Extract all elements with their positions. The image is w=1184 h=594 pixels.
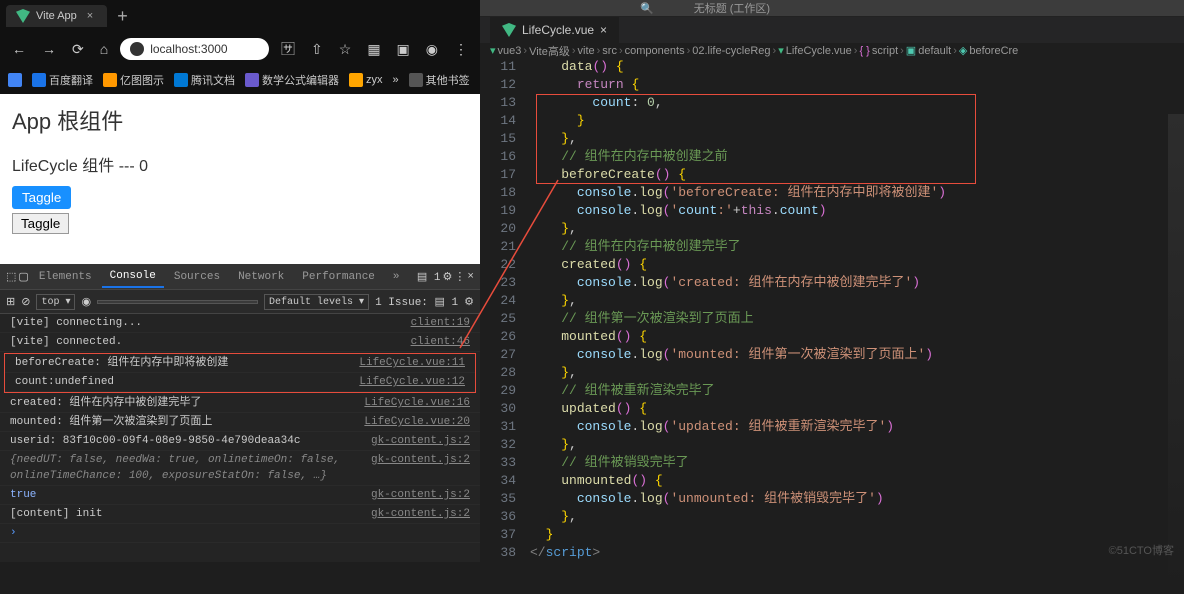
bookmark-overflow[interactable]: »	[393, 74, 399, 86]
tab-elements[interactable]: Elements	[31, 267, 100, 287]
bookmark[interactable]: zyx	[349, 73, 383, 87]
log-msg: mounted: 组件第一次被渲染到了页面上	[10, 414, 364, 430]
tab-title: Vite App	[36, 10, 77, 22]
warnings-badge[interactable]: ▤ 1	[417, 270, 441, 284]
filter-input[interactable]	[97, 300, 258, 304]
log-msg: [vite] connected.	[10, 334, 411, 350]
console-toolbar: ⊞ ⊘ top ▾ ◉ Default levels ▾ 1 Issue: ▤ …	[0, 290, 480, 314]
log-msg: {needUT: false, needWa: true, onlinetime…	[10, 452, 371, 484]
browser-tab[interactable]: Vite App ×	[6, 5, 107, 27]
search-icon[interactable]: 🔍	[640, 2, 654, 15]
editor-tab[interactable]: LifeCycle.vue ×	[490, 17, 619, 43]
log-msg: [content] init	[10, 506, 371, 522]
devtools-panel: ⬚ ▢ Elements Console Sources Network Per…	[0, 264, 480, 562]
tab-console[interactable]: Console	[102, 266, 164, 288]
profile-icon[interactable]: ◉	[422, 39, 442, 60]
log-msg: created: 组件在内存中被创建完毕了	[10, 395, 364, 411]
log-msg: true	[10, 487, 371, 503]
vscode-titlebar: 🔍 无标题 (工作区)	[480, 0, 1184, 17]
component-title: LifeCycle 组件 --- 0	[12, 152, 468, 176]
bookmark[interactable]: 百度翻译	[32, 72, 93, 88]
devtools-close-icon[interactable]: ×	[467, 271, 474, 283]
vue-icon	[502, 23, 516, 37]
levels-select[interactable]: Default levels ▾	[264, 294, 369, 310]
console-output: [vite] connecting...client:19 [vite] con…	[0, 314, 480, 562]
bookmark[interactable]: 亿图图示	[103, 72, 164, 88]
new-tab-button[interactable]: +	[113, 6, 132, 27]
url-input[interactable]: localhost:3000	[120, 38, 269, 60]
log-src[interactable]: LifeCycle.vue:20	[364, 414, 470, 430]
highlight-box: beforeCreate: 组件在内存中即将被创建LifeCycle.vue:1…	[4, 353, 476, 393]
sidebar-toggle-icon[interactable]: ⊞	[6, 295, 15, 309]
rendered-page: App 根组件 LifeCycle 组件 --- 0 Taggle Taggle	[0, 94, 480, 264]
toggle-button-primary[interactable]: Taggle	[12, 186, 71, 209]
context-select[interactable]: top ▾	[36, 294, 75, 310]
close-icon[interactable]: ×	[83, 10, 97, 22]
tab-network[interactable]: Network	[230, 267, 292, 287]
log-msg: userid: 83f10c00-09f4-08e9-9850-4e790dea…	[10, 433, 371, 449]
tab-performance[interactable]: Performance	[294, 267, 383, 287]
log-src[interactable]: gk-content.js:2	[371, 452, 470, 484]
bookmark[interactable]: 腾讯文档	[174, 72, 235, 88]
ext2-icon[interactable]: ▣	[393, 39, 414, 60]
send-icon[interactable]: ⇧	[307, 39, 327, 60]
browser-navbar: ← → ⟳ ⌂ localhost:3000 🈂 ⇧ ☆ ▦ ▣ ◉ ⋮	[0, 32, 480, 66]
devtools-menu-icon[interactable]: ⋮	[454, 270, 465, 284]
bookmark-folder[interactable]: 其他书签	[409, 72, 470, 88]
vite-icon	[16, 9, 30, 23]
tab-more[interactable]: »	[385, 267, 408, 287]
watermark: ©51CTO博客	[1109, 542, 1174, 558]
ext1-icon[interactable]: ▦	[363, 39, 384, 60]
tab-filename: LifeCycle.vue	[522, 23, 594, 37]
eye-icon[interactable]: ◉	[81, 295, 91, 309]
console-prompt[interactable]: ›	[10, 525, 470, 541]
log-msg: [vite] connecting...	[10, 315, 411, 331]
star-icon[interactable]: ☆	[335, 39, 356, 60]
log-src[interactable]: LifeCycle.vue:16	[364, 395, 470, 411]
device-icon[interactable]: ▢	[18, 270, 28, 284]
log-src[interactable]: gk-content.js:2	[371, 433, 470, 449]
inspect-icon[interactable]: ⬚	[6, 270, 16, 284]
tab-sources[interactable]: Sources	[166, 267, 228, 287]
bookmark[interactable]: 数学公式编辑器	[245, 72, 339, 88]
home-button[interactable]: ⌂	[96, 39, 112, 59]
issues-badge[interactable]: 1 Issue: ▤ 1	[375, 295, 458, 309]
log-src[interactable]: gk-content.js:2	[371, 487, 470, 503]
log-msg: count:undefined	[15, 374, 359, 390]
log-src[interactable]: LifeCycle.vue:12	[359, 374, 465, 390]
breadcrumb[interactable]: ▾ vue3 › Vite高级 › vite › src › component…	[480, 43, 1184, 58]
line-gutter: 1112131415161718192021222324252627282930…	[480, 58, 530, 562]
log-src[interactable]: client:46	[411, 334, 470, 350]
console-settings-icon[interactable]: ⚙	[464, 295, 474, 309]
log-src[interactable]: client:19	[411, 315, 470, 331]
devtools-tabs: ⬚ ▢ Elements Console Sources Network Per…	[0, 264, 480, 290]
editor-tabbar: LifeCycle.vue ×	[480, 17, 1184, 43]
back-button[interactable]: ←	[8, 39, 30, 59]
bookmark[interactable]	[8, 73, 22, 87]
toggle-button-default[interactable]: Taggle	[12, 213, 69, 234]
menu-icon[interactable]: ⋮	[450, 39, 472, 60]
clear-console-icon[interactable]: ⊘	[21, 295, 30, 309]
url-text: localhost:3000	[150, 42, 227, 56]
code-area[interactable]: data() { return { count: 0, } }, // 组件在内…	[530, 58, 1184, 562]
page-title: App 根组件	[12, 104, 468, 136]
site-info-icon	[130, 42, 144, 56]
forward-button[interactable]: →	[38, 39, 60, 59]
settings-icon[interactable]: ⚙	[443, 270, 453, 284]
code-editor[interactable]: 1112131415161718192021222324252627282930…	[480, 58, 1184, 562]
log-src[interactable]: gk-content.js:2	[371, 506, 470, 522]
reload-button[interactable]: ⟳	[68, 39, 88, 60]
workspace-title: 无标题 (工作区)	[694, 0, 770, 16]
log-src[interactable]: LifeCycle.vue:11	[359, 355, 465, 371]
bookmarks-bar: 百度翻译 亿图图示 腾讯文档 数学公式编辑器 zyx » 其他书签	[0, 66, 480, 94]
browser-tabbar: Vite App × +	[0, 0, 480, 32]
translate-icon[interactable]: 🈂	[277, 37, 299, 61]
close-icon[interactable]: ×	[600, 23, 607, 37]
log-msg: beforeCreate: 组件在内存中即将被创建	[15, 355, 359, 371]
minimap[interactable]	[1168, 114, 1184, 594]
